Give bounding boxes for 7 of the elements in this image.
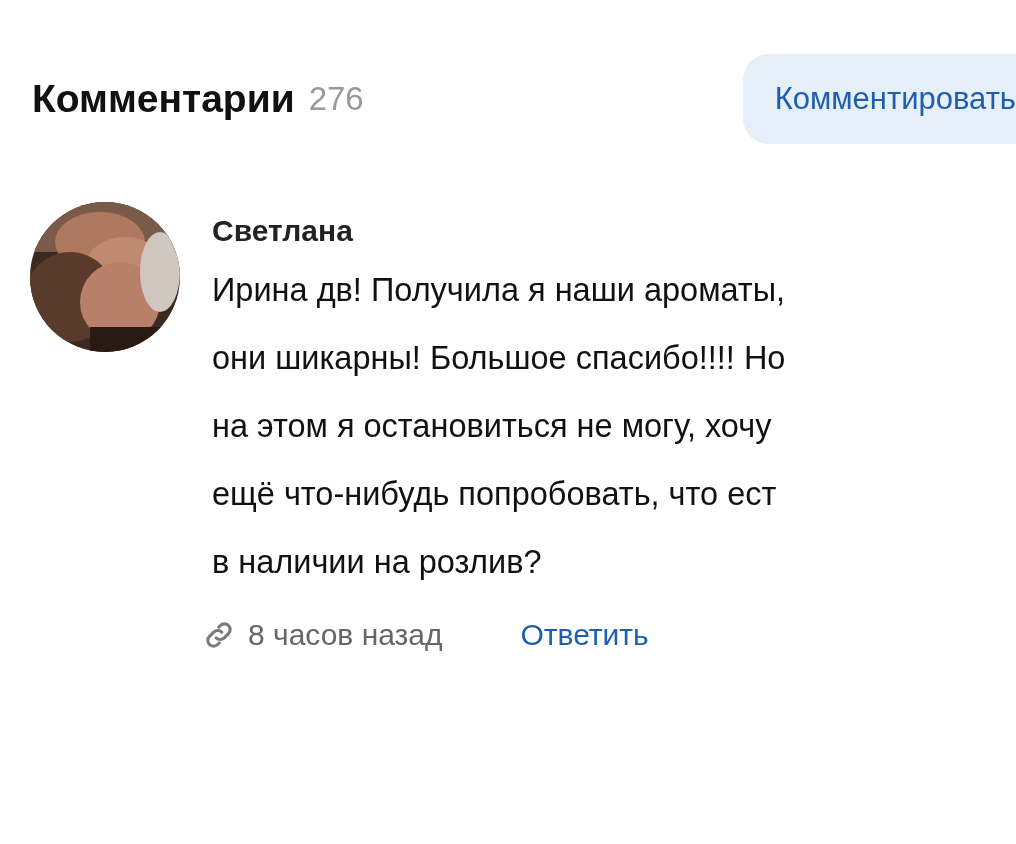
comment-time: 8 часов назад bbox=[248, 618, 443, 652]
comment-button[interactable]: Комментировать bbox=[742, 54, 1016, 144]
comment-text: Ирина дв! Получила я наши ароматы, они шикарны! Большое спасибо!!!! Но на этом я остановиться не могу, хочу ещё что-нибудь попробовать, что ест в наличии на розлив? bbox=[212, 271, 786, 582]
author-name: Светлана bbox=[212, 214, 354, 248]
section-title: Комментарии bbox=[32, 77, 295, 121]
comment-count: 276 bbox=[308, 80, 364, 118]
reply-link[interactable]: Ответить bbox=[520, 618, 649, 652]
